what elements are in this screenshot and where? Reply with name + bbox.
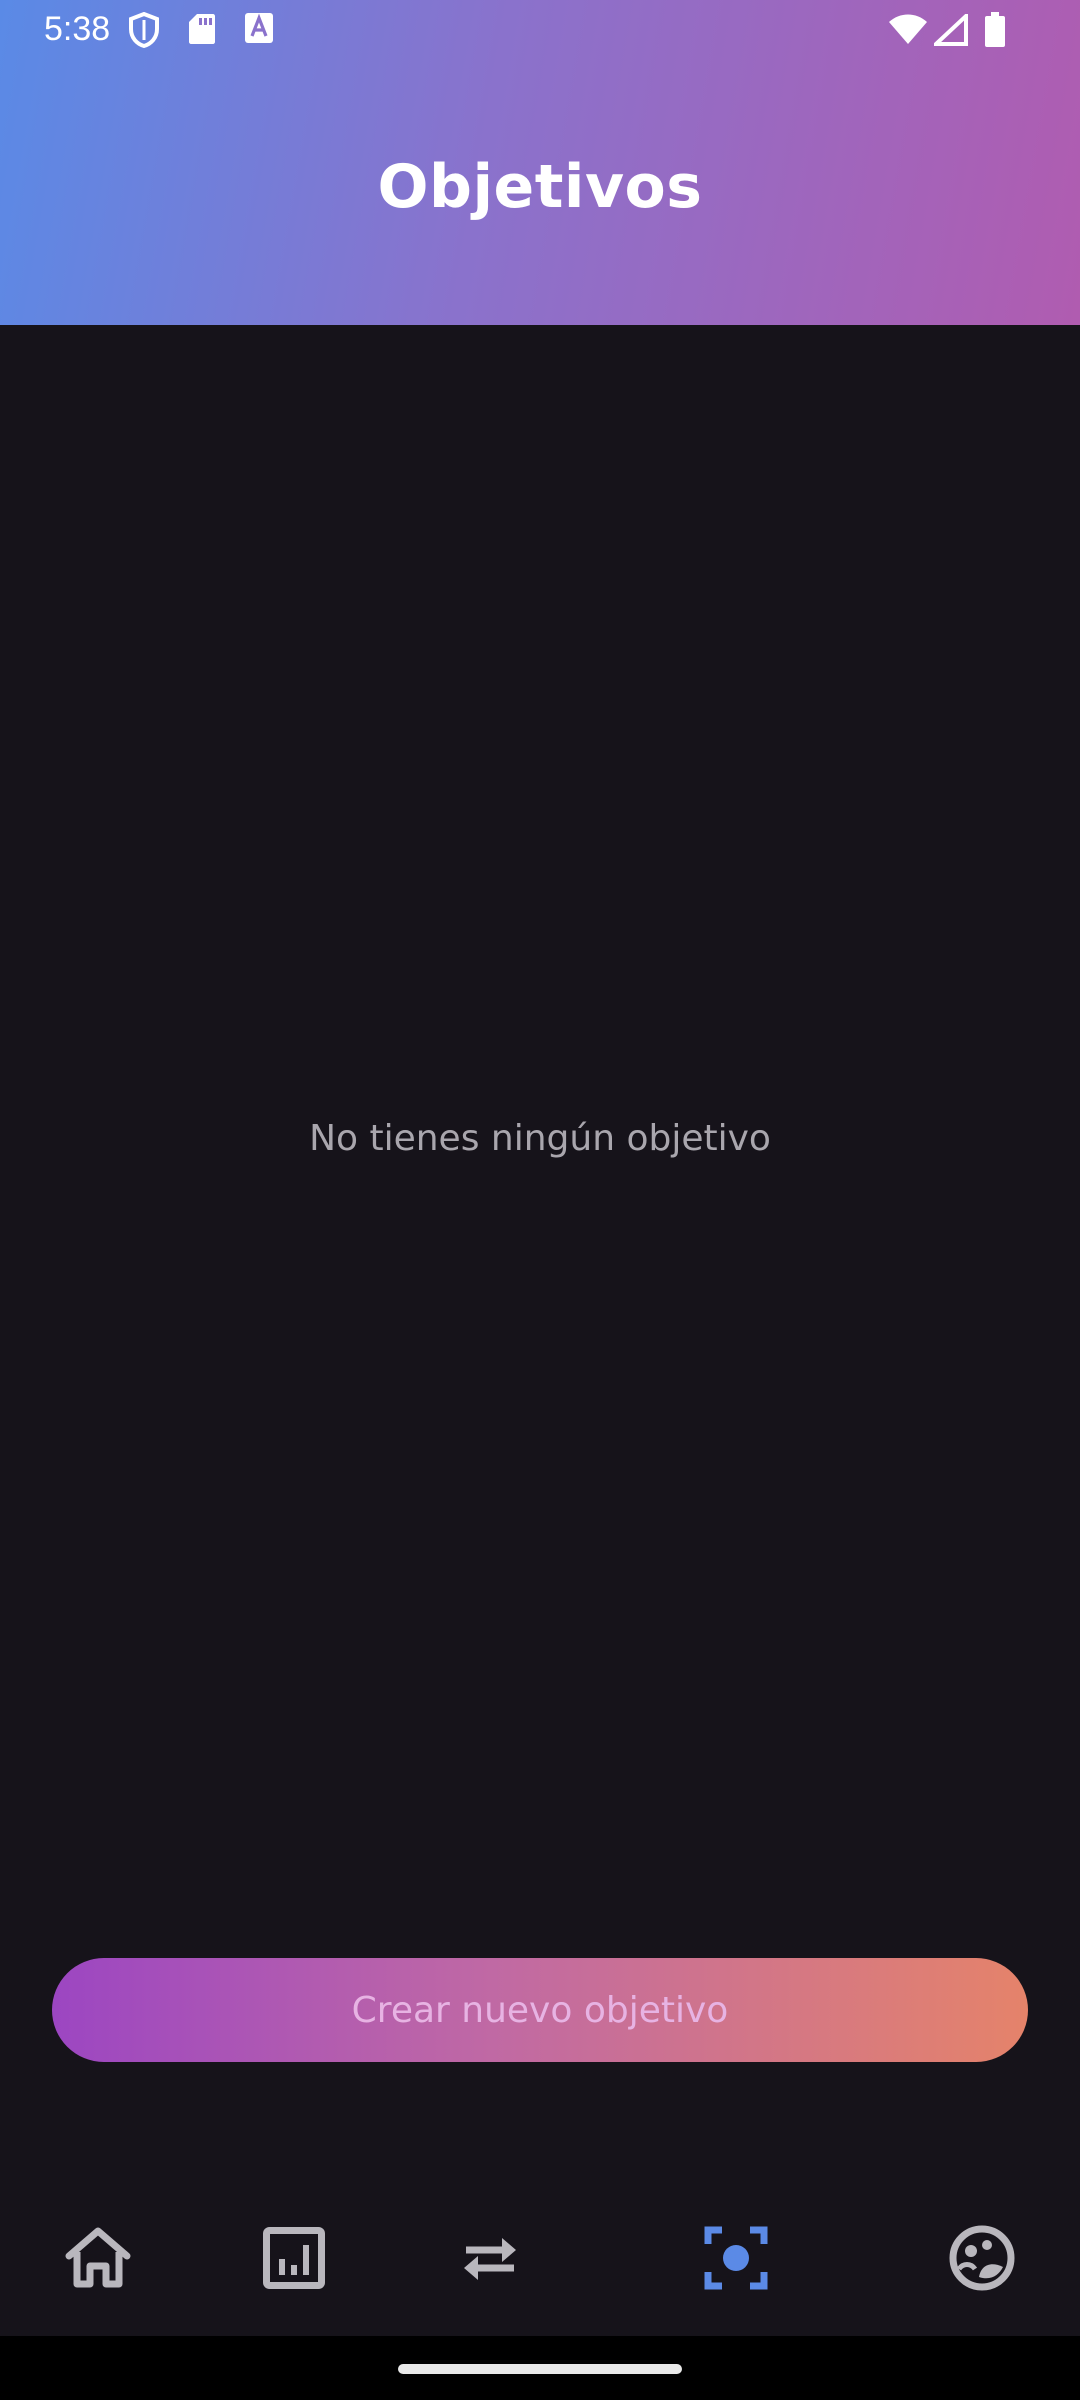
shield-icon <box>128 12 160 48</box>
nav-profile[interactable] <box>936 2212 1028 2304</box>
battery-icon <box>984 12 1006 48</box>
status-bar: 5:38 <box>0 0 1080 62</box>
font-app-icon <box>244 12 274 44</box>
stats-icon <box>263 2227 325 2289</box>
home-icon <box>63 2226 133 2290</box>
home-gesture-handle[interactable] <box>398 2364 682 2374</box>
goals-screen: 5:38 Objetivos No tienes ningún objetivo… <box>0 0 1080 2400</box>
nav-transfers[interactable] <box>444 2212 536 2304</box>
signal-icon <box>934 14 968 46</box>
system-navigation-bar <box>0 2336 1080 2400</box>
bottom-navigation <box>0 2180 1080 2336</box>
nav-stats[interactable] <box>248 2212 340 2304</box>
header: 5:38 Objetivos <box>0 0 1080 325</box>
sd-card-icon <box>188 12 216 46</box>
status-time: 5:38 <box>44 10 111 48</box>
create-goal-button[interactable]: Crear nuevo objetivo <box>52 1958 1028 2062</box>
transfer-icon <box>458 2232 522 2284</box>
page-title: Objetivos <box>377 152 703 222</box>
wifi-icon <box>888 14 928 46</box>
empty-state-message: No tienes ningún objetivo <box>309 1118 771 1159</box>
create-goal-button-label: Crear nuevo objetivo <box>351 1989 729 2031</box>
profile-icon <box>949 2225 1015 2291</box>
goals-icon <box>704 2226 768 2290</box>
nav-goals[interactable] <box>690 2212 782 2304</box>
nav-home[interactable] <box>52 2212 144 2304</box>
